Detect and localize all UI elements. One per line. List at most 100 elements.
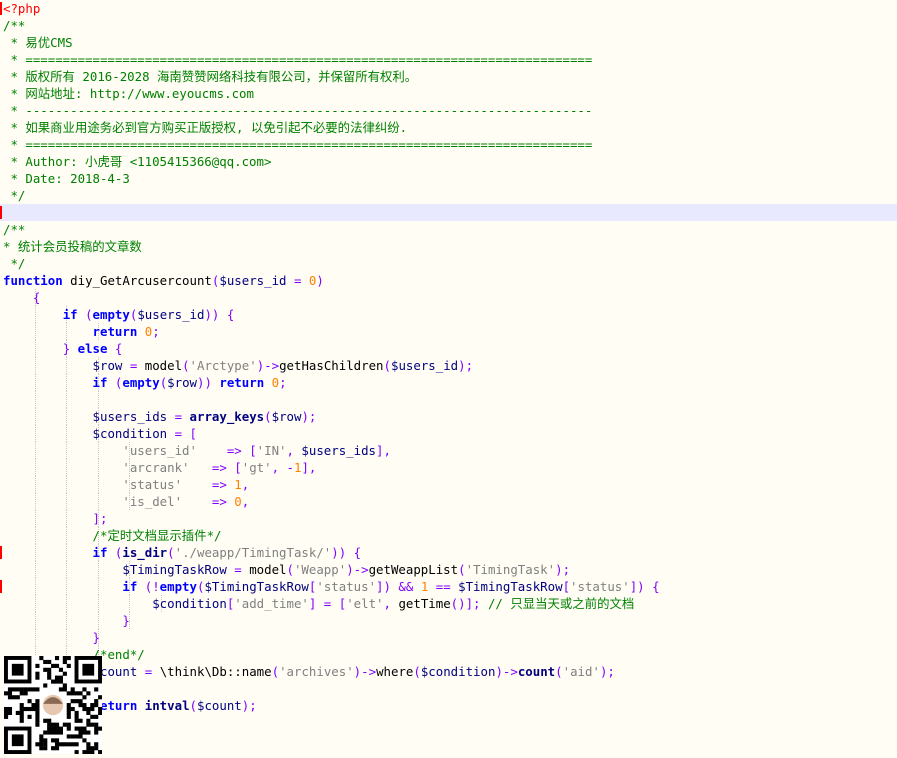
code-text: * Author: 小虎哥 <1105415366@qq.com>	[3, 154, 271, 169]
change-marker	[0, 206, 2, 219]
code-token: );	[241, 698, 257, 713]
code-line[interactable]: 'arcrank' => ['gt', -1],	[0, 459, 897, 476]
code-token: =	[137, 664, 160, 679]
code-line[interactable]: $row = model('Arctype')->getHasChildren(…	[0, 357, 897, 374]
code-text: $users_ids = array_keys($row);	[3, 409, 317, 424]
code-line[interactable]: * --------------------------------------…	[0, 102, 897, 119]
code-line[interactable]: ];	[0, 510, 897, 527]
code-token: = [	[167, 426, 197, 441]
code-line[interactable]: if (!empty($TimingTaskRow['status']) && …	[0, 578, 897, 595]
code-line[interactable]: /*定时文档显示插件*/	[0, 527, 897, 544]
code-text: /**	[3, 222, 25, 237]
code-text: } else {	[3, 341, 123, 356]
code-text: */	[3, 256, 25, 271]
code-line[interactable]: /**	[0, 221, 897, 238]
code-line[interactable]: function diy_GetArcusercount($users_id =…	[0, 272, 897, 289]
code-line[interactable]: */	[0, 187, 897, 204]
indent-guide	[34, 391, 36, 408]
code-token: )) {	[331, 545, 362, 560]
code-line[interactable]: }	[0, 629, 897, 646]
code-text: * 网站地址: http://www.eyoucms.com	[3, 86, 254, 101]
code-line[interactable]: * 版权所有 2016-2028 海南赞赞网络科技有限公司，并保留所有权利。	[0, 68, 897, 85]
code-line[interactable]: * 网站地址: http://www.eyoucms.com	[0, 85, 897, 102]
code-line[interactable]: * Date: 2018-4-3	[0, 170, 897, 187]
code-line[interactable]: if (empty($users_id)) {	[0, 306, 897, 323]
code-editor[interactable]: <?php /** * 易优CMS * =====================…	[0, 0, 897, 758]
code-line[interactable]: } else {	[0, 340, 897, 357]
code-token: ;	[152, 324, 160, 339]
code-token: 1	[234, 477, 242, 492]
code-line[interactable]: }	[0, 612, 897, 629]
code-token: $users_id	[137, 307, 205, 322]
code-token: count	[99, 664, 138, 679]
code-line[interactable]: count = \think\Db::name('archives')->whe…	[0, 663, 897, 680]
code-line[interactable]: <?php	[0, 0, 897, 17]
code-line[interactable]: 'is_del' => 0,	[0, 493, 897, 510]
code-line[interactable]: * 易优CMS	[0, 34, 897, 51]
code-line[interactable]: if (is_dir('./weapp/TimingTask/')) {	[0, 544, 897, 561]
code-token: ()];	[450, 596, 488, 611]
code-text: $row = model('Arctype')->getHasChildren(…	[3, 358, 474, 373]
code-line[interactable]	[0, 204, 897, 221]
code-token: 'status'	[122, 477, 183, 492]
code-token: empty	[92, 307, 130, 322]
code-token: =>	[226, 443, 242, 458]
code-line[interactable]: /*end*/	[0, 646, 897, 663]
code-line[interactable]: $TimingTaskRow = model('Weapp')->getWeap…	[0, 561, 897, 578]
code-token: (	[383, 358, 391, 373]
code-line[interactable]: $condition = [	[0, 425, 897, 442]
code-line[interactable]	[0, 391, 897, 408]
code-line[interactable]: return 0;	[0, 323, 897, 340]
code-line[interactable]: $users_ids = array_keys($row);	[0, 408, 897, 425]
code-line[interactable]: {	[0, 289, 897, 306]
code-token: * 网站地址: http://www.eyoucms.com	[3, 86, 254, 101]
code-token: =>	[211, 494, 227, 509]
code-text: 'is_del' => 0,	[3, 494, 249, 509]
code-token: (	[555, 664, 563, 679]
code-token: * ======================================…	[3, 52, 593, 67]
code-line[interactable]: */	[0, 255, 897, 272]
code-text: * 易优CMS	[3, 35, 72, 50]
code-line[interactable]: /**	[0, 17, 897, 34]
code-token: 'archives'	[279, 664, 354, 679]
code-line[interactable]: if (empty($row)) return 0;	[0, 374, 897, 391]
code-text: /**	[3, 18, 25, 33]
code-token: $TimingTaskRow	[204, 579, 309, 594]
code-token: is_dir	[122, 545, 168, 560]
code-token: if	[62, 307, 78, 322]
code-line[interactable]: * 如果商业用途务必到官方购买正版授权, 以免引起不必要的法律纠纷.	[0, 119, 897, 136]
code-line[interactable]: * 统计会员投稿的文章数	[0, 238, 897, 255]
code-line[interactable]: * ======================================…	[0, 136, 897, 153]
code-line[interactable]: * Author: 小虎哥 <1105415366@qq.com>	[0, 153, 897, 170]
code-text: * 如果商业用途务必到官方购买正版授权, 以免引起不必要的法律纠纷.	[3, 120, 407, 135]
code-text: 'users_id' => ['IN', $users_ids],	[3, 443, 391, 458]
code-token: else	[77, 341, 108, 356]
code-token: ] = [	[308, 596, 347, 611]
code-line[interactable]: * ======================================…	[0, 51, 897, 68]
code-text: if (!empty($TimingTaskRow['status']) && …	[3, 579, 659, 594]
code-token: $row	[271, 409, 302, 424]
code-line[interactable]	[0, 680, 897, 697]
code-token: (!	[137, 579, 160, 594]
code-line[interactable]: 'users_id' => ['IN', $users_ids],	[0, 442, 897, 459]
code-line[interactable]: eturn intval($count);	[0, 697, 897, 714]
qr-code-icon	[4, 656, 102, 754]
code-token: )->	[353, 664, 377, 679]
code-text: * Date: 2018-4-3	[3, 171, 129, 186]
code-text: if (is_dir('./weapp/TimingTask/')) {	[3, 545, 362, 560]
code-line[interactable]: 'status' => 1,	[0, 476, 897, 493]
code-token: // 只显当天或之前的文档	[487, 596, 635, 611]
code-token: (	[167, 545, 175, 560]
code-line[interactable]: $condition['add_time'] = ['elt', getTime…	[0, 595, 897, 612]
code-token: ,	[241, 477, 250, 492]
code-text: if (empty($row)) return 0;	[3, 375, 287, 390]
